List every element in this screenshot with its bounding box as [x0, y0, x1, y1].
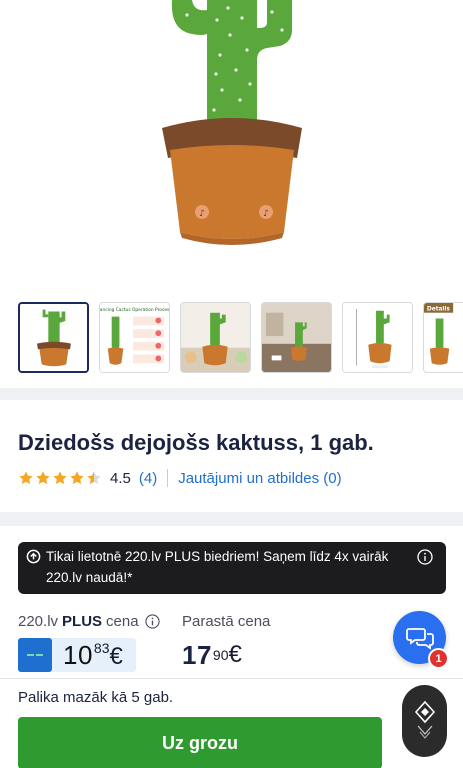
svg-text:Details: Details [427, 306, 451, 312]
product-main-image[interactable]: ♪ ♪ [0, 0, 463, 285]
plus-price: 1083€ [63, 640, 123, 671]
promo-text: Tikai lietotnē 220.lv PLUS biedriem! Saņ… [46, 549, 389, 585]
info-icon[interactable] [144, 614, 160, 629]
cashback-icon [26, 549, 41, 564]
rating-count-link[interactable]: (4) [139, 470, 157, 487]
bottom-cart-bar: Palika mazāk kā 5 gab. Uz grozu [0, 678, 463, 768]
stock-notice: Palika mazāk kā 5 gab. [18, 689, 174, 706]
add-to-cart-button[interactable]: Uz grozu [18, 717, 382, 768]
thumbnail-operation-process[interactable]: Dancing Cactus Operation Process [99, 302, 170, 373]
regular-price-label: Parastā cena [182, 613, 271, 630]
divider [167, 469, 169, 487]
plus-logo-icon [18, 638, 52, 672]
plus-label-bold: PLUS [62, 613, 103, 630]
regular-price: 17 90 € [182, 638, 242, 672]
chat-bubbles-icon [405, 627, 434, 650]
svg-text:Dancing Cactus Operation Proce: Dancing Cactus Operation Process [100, 307, 169, 313]
currency-symbol: € [109, 642, 123, 670]
plus-label-prefix: 220.lv [18, 613, 59, 630]
rating-stars[interactable] [18, 470, 102, 486]
plus-label-suffix: cena [106, 613, 139, 630]
currency-symbol: € [228, 641, 242, 668]
product-title: Dziedošs dejojošs kaktuss, 1 gab. [18, 430, 374, 455]
rating-row: 4.5 (4) Jautājumi un atbildes (0) [18, 468, 342, 488]
thumbnail-details[interactable]: Details [423, 302, 463, 373]
plus-promo-banner[interactable]: Tikai lietotnē 220.lv PLUS biedriem! Saņ… [18, 542, 446, 594]
star-half-icon [87, 471, 101, 485]
assistant-logo-button[interactable] [402, 685, 447, 757]
plus-price-box: 1083€ [18, 638, 136, 672]
rating-value: 4.5 [110, 469, 131, 487]
questions-answers-link[interactable]: Jautājumi un atbildes (0) [178, 470, 341, 487]
product-page: ♪ ♪ Dancing Cactus Operation Process Det… [0, 0, 463, 768]
thumbnail-strip: Dancing Cactus Operation Process Details [18, 302, 463, 374]
star-full-icon [53, 471, 67, 485]
product-gallery: ♪ ♪ Dancing Cactus Operation Process Det… [0, 0, 463, 388]
svg-text:♪: ♪ [199, 209, 205, 219]
price-section: Tikai lietotnē 220.lv PLUS biedriem! Saņ… [0, 526, 463, 686]
diamond-logo-icon [414, 700, 435, 739]
info-icon[interactable] [417, 549, 433, 565]
star-full-icon [36, 471, 50, 485]
regular-price-whole: 17 [182, 639, 212, 670]
plus-price-whole: 10 [63, 639, 93, 670]
svg-text:♪: ♪ [263, 209, 269, 219]
plus-price-cents: 83 [93, 639, 110, 656]
regular-price-cents: 90 [212, 647, 229, 663]
plus-price-label: 220.lv PLUS cena [18, 613, 160, 630]
thumbnail-room[interactable] [261, 302, 332, 373]
product-info: Dziedošs dejojošs kaktuss, 1 gab. 4.5 (4… [0, 400, 463, 512]
thumbnail-lifestyle[interactable] [180, 302, 251, 373]
thumbnail-cactus-photo[interactable] [18, 302, 89, 373]
thumbnail-size[interactable] [342, 302, 413, 373]
cactus-toy-image: ♪ ♪ [161, 0, 302, 245]
chat-notification-badge: 1 [428, 648, 449, 669]
star-full-icon [70, 471, 84, 485]
star-full-icon [19, 471, 33, 485]
